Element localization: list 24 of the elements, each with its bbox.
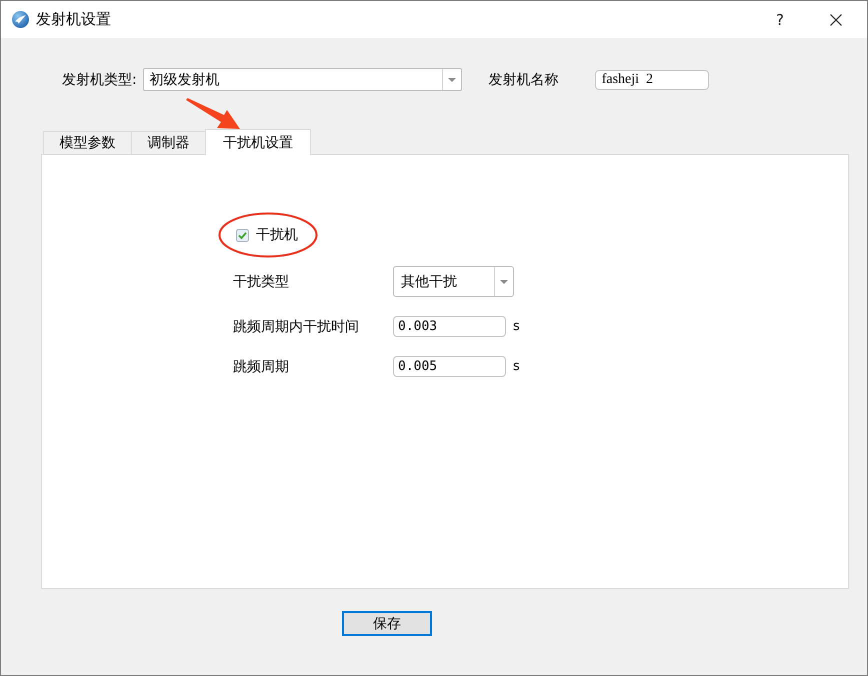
- help-button[interactable]: ?: [757, 2, 803, 38]
- jammer-type-dropdown[interactable]: 其他干扰: [393, 266, 514, 297]
- unit-label: s: [513, 359, 520, 374]
- transmitter-name-label: 发射机名称: [488, 70, 559, 88]
- caret-icon: [500, 280, 508, 284]
- transmitter-type-dropdown[interactable]: 初级发射机: [142, 68, 462, 91]
- field-label: 跳频周期内干扰时间: [233, 318, 360, 336]
- checkbox-icon[interactable]: [236, 228, 249, 242]
- annotation-arrow: [186, 98, 240, 130]
- input-field[interactable]: 0.003: [393, 316, 506, 337]
- window-title: 发射机设置: [36, 10, 111, 29]
- transmitter-name-field[interactable]: fasheji 2: [594, 70, 709, 90]
- close-icon: [830, 14, 842, 26]
- jammer-checkbox-label[interactable]: 干扰机: [256, 226, 298, 244]
- unit-label: s: [513, 319, 520, 334]
- orb-icon: [12, 11, 29, 28]
- transmitter-type-label: 发射机类型:: [62, 70, 137, 88]
- caret-icon: [448, 78, 456, 82]
- tab[interactable]: 模型参数: [43, 131, 132, 154]
- field-label: 跳频周期: [233, 358, 290, 376]
- tab[interactable]: 干扰机设置: [205, 129, 311, 155]
- field-label: 干扰类型: [233, 272, 290, 290]
- input-field[interactable]: 0.005: [393, 356, 506, 377]
- save-button[interactable]: 保存: [342, 611, 432, 636]
